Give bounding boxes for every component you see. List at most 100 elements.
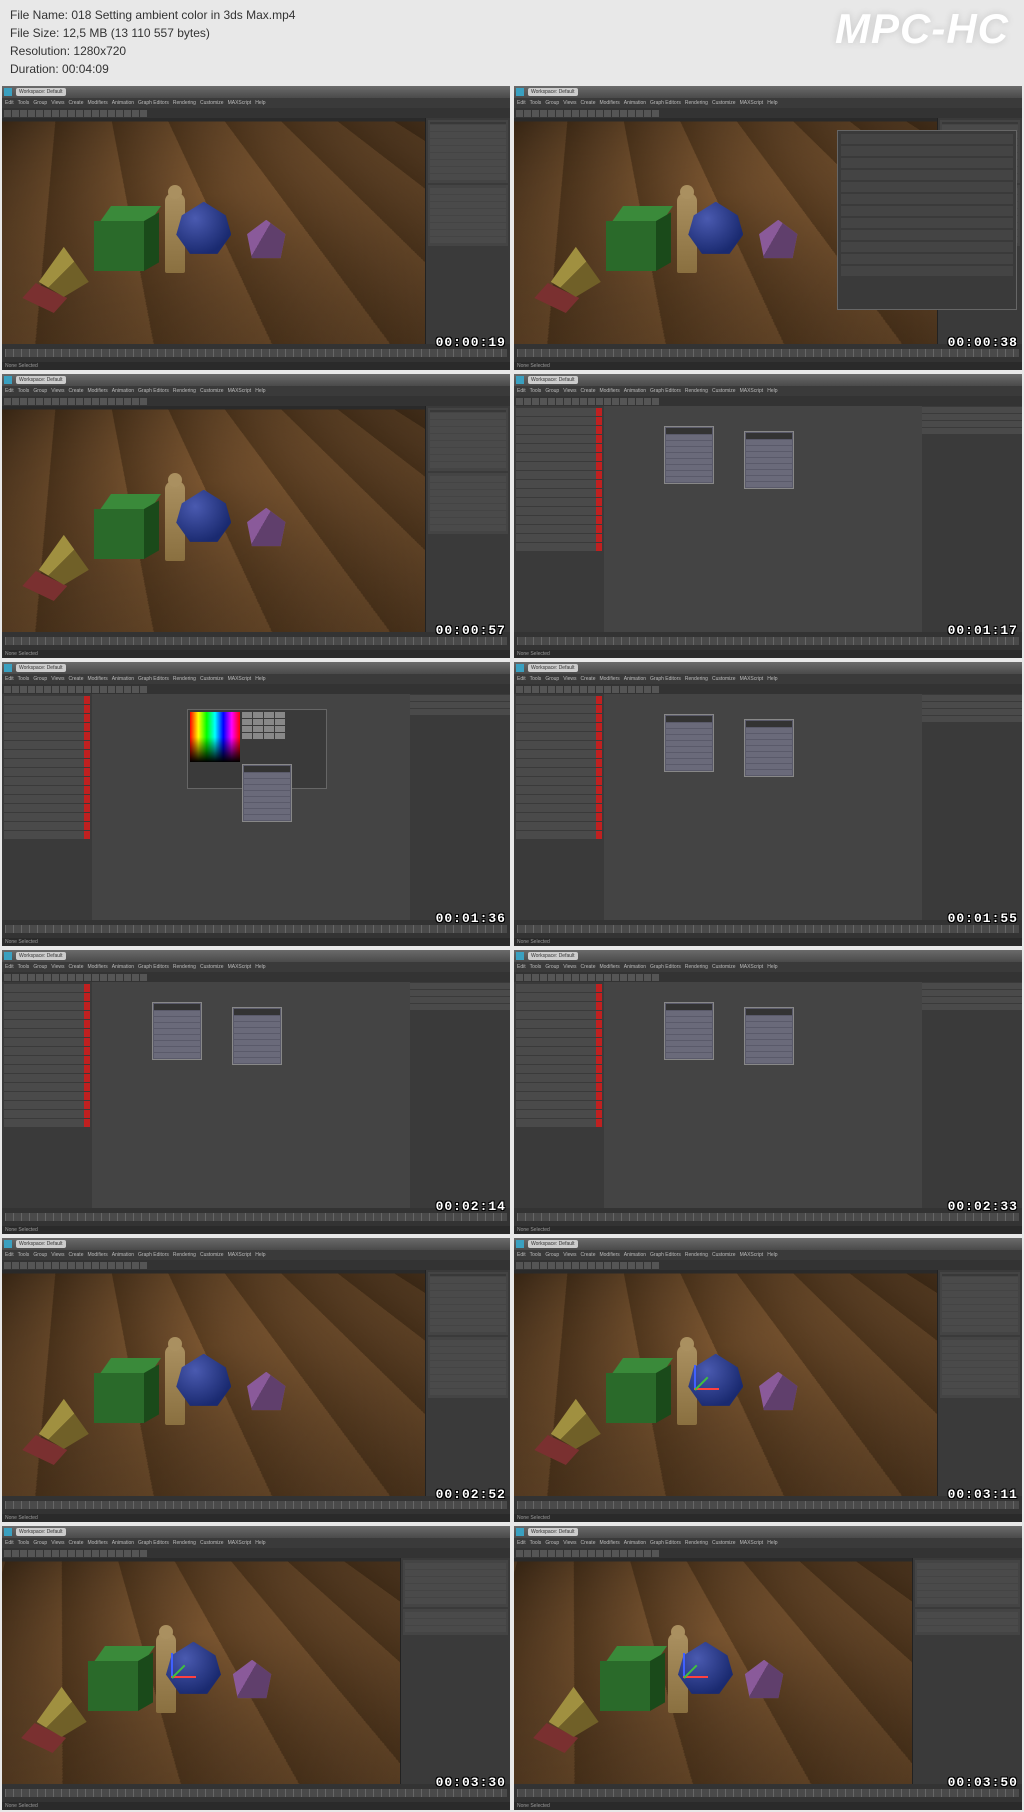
timeline[interactable] — [517, 637, 1019, 645]
toolbar-icon[interactable] — [20, 1262, 27, 1269]
menu-item[interactable]: Views — [51, 676, 64, 682]
toolbar-icon[interactable] — [76, 1550, 83, 1557]
color-swatch[interactable] — [253, 719, 263, 725]
toolbar-icon[interactable] — [620, 686, 627, 693]
material-item[interactable] — [4, 831, 90, 839]
node-param[interactable] — [666, 747, 712, 752]
node-param[interactable] — [666, 741, 712, 746]
toolbar-icon[interactable] — [532, 110, 539, 117]
panel-row[interactable] — [430, 125, 506, 131]
menu-item[interactable]: Views — [51, 100, 64, 106]
toolbar-icon[interactable] — [556, 398, 563, 405]
workspace-chip[interactable]: Workspace: Default — [16, 1240, 66, 1248]
material-item[interactable] — [4, 1092, 90, 1100]
panel-row[interactable] — [430, 455, 506, 461]
toolbar-icon[interactable] — [628, 974, 635, 981]
node-param[interactable] — [666, 735, 712, 740]
hue-spectrum[interactable] — [190, 712, 240, 762]
material-item[interactable] — [516, 426, 602, 434]
toolbar-icon[interactable] — [12, 398, 19, 405]
material-item[interactable] — [516, 1083, 602, 1091]
toolbar-icon[interactable] — [28, 686, 35, 693]
toolbar-icon[interactable] — [636, 686, 643, 693]
panel-row[interactable] — [942, 1291, 1018, 1297]
toolbar-icon[interactable] — [108, 974, 115, 981]
material-item[interactable] — [516, 786, 602, 794]
toolbar-icon[interactable] — [620, 398, 627, 405]
toolbar-icon[interactable] — [548, 686, 555, 693]
toolbar-icon[interactable] — [524, 1262, 531, 1269]
node-param[interactable] — [666, 765, 712, 770]
menu-item[interactable]: Tools — [530, 1252, 542, 1258]
menu-item[interactable]: Rendering — [685, 100, 708, 106]
node-param[interactable] — [666, 447, 712, 452]
material-node[interactable] — [152, 1002, 202, 1060]
toolbar-icon[interactable] — [76, 398, 83, 405]
material-item[interactable] — [516, 804, 602, 812]
material-item[interactable] — [4, 1047, 90, 1055]
node-param[interactable] — [666, 1023, 712, 1028]
menu-item[interactable]: Help — [767, 100, 777, 106]
toolbar-icon[interactable] — [100, 1262, 107, 1269]
material-item[interactable] — [516, 435, 602, 443]
node-param[interactable] — [154, 1017, 200, 1022]
menu-item[interactable]: Graph Editors — [650, 1252, 681, 1258]
color-swatch[interactable] — [242, 733, 252, 739]
menu-item[interactable]: Customize — [712, 676, 736, 682]
toolbar-icon[interactable] — [92, 1550, 99, 1557]
toolbar-icon[interactable] — [100, 686, 107, 693]
menu-item[interactable]: Rendering — [685, 964, 708, 970]
node-param[interactable] — [666, 1011, 712, 1016]
toolbar-icon[interactable] — [564, 974, 571, 981]
toolbar-icon[interactable] — [564, 1262, 571, 1269]
node-param[interactable] — [666, 1017, 712, 1022]
toolbar-icon[interactable] — [20, 974, 27, 981]
node-param[interactable] — [666, 1053, 712, 1058]
node-param[interactable] — [666, 729, 712, 734]
material-item[interactable] — [516, 408, 602, 416]
toolbar-icon[interactable] — [540, 1262, 547, 1269]
color-swatch[interactable] — [264, 733, 274, 739]
toolbar-icon[interactable] — [76, 110, 83, 117]
toolbar-icon[interactable] — [84, 974, 91, 981]
menu-item[interactable]: Edit — [517, 1540, 526, 1546]
viewport[interactable] — [2, 406, 425, 632]
workspace-chip[interactable]: Workspace: Default — [528, 952, 578, 960]
toolbar-icon[interactable] — [572, 1550, 579, 1557]
material-item[interactable] — [4, 1038, 90, 1046]
menu-item[interactable]: Group — [33, 388, 47, 394]
material-item[interactable] — [4, 1101, 90, 1109]
toolbar-icon[interactable] — [652, 974, 659, 981]
menu-item[interactable]: Customize — [200, 100, 224, 106]
node-param[interactable] — [666, 435, 712, 440]
material-item[interactable] — [516, 471, 602, 479]
menu-item[interactable]: Edit — [517, 388, 526, 394]
panel-row[interactable] — [430, 462, 506, 468]
panel-row[interactable] — [942, 1312, 1018, 1318]
toolbar-icon[interactable] — [60, 398, 67, 405]
node-param[interactable] — [666, 759, 712, 764]
menu-item[interactable]: Tools — [530, 1540, 542, 1546]
menu-item[interactable]: Modifiers — [87, 676, 107, 682]
toolbar-icon[interactable] — [628, 110, 635, 117]
toolbar-icon[interactable] — [524, 1550, 531, 1557]
material-item[interactable] — [516, 1119, 602, 1127]
material-item[interactable] — [516, 813, 602, 821]
env-param[interactable] — [841, 134, 1013, 144]
panel-row[interactable] — [430, 216, 506, 222]
toolbar-icon[interactable] — [588, 1550, 595, 1557]
timeline[interactable] — [5, 1501, 507, 1509]
node-param[interactable] — [746, 482, 792, 487]
menu-item[interactable]: Rendering — [173, 964, 196, 970]
toolbar-icon[interactable] — [52, 110, 59, 117]
workspace-chip[interactable]: Workspace: Default — [16, 952, 66, 960]
menu-item[interactable]: MAXScript — [228, 388, 252, 394]
node-param[interactable] — [746, 452, 792, 457]
toolbar-icon[interactable] — [108, 686, 115, 693]
menu-item[interactable]: MAXScript — [740, 676, 764, 682]
toolbar-icon[interactable] — [588, 686, 595, 693]
menu-item[interactable]: Rendering — [685, 676, 708, 682]
env-param[interactable] — [841, 218, 1013, 228]
material-item[interactable] — [4, 714, 90, 722]
toolbar-icon[interactable] — [524, 686, 531, 693]
